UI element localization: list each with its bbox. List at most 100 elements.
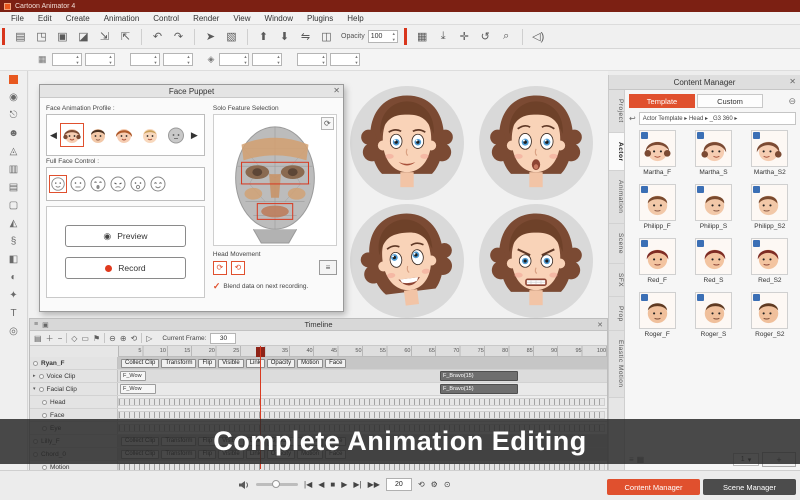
zoom-in-icon[interactable]: ⊕ bbox=[120, 334, 127, 343]
audio-icon[interactable]: ◁) bbox=[530, 28, 547, 45]
timeline-titlebar[interactable]: ≡ ▣ Timeline ✕ bbox=[30, 319, 607, 331]
new-project-icon[interactable]: ▤ bbox=[12, 28, 29, 45]
track-record-icon[interactable] bbox=[42, 399, 47, 405]
content-item[interactable]: Red_F bbox=[629, 238, 685, 284]
menu-animation[interactable]: Animation bbox=[97, 14, 147, 23]
tab-scene[interactable]: Scene bbox=[609, 223, 624, 264]
track-label[interactable]: Ryan_F bbox=[30, 357, 118, 369]
visible-button[interactable]: Visible bbox=[218, 358, 244, 368]
content-thumbnail[interactable] bbox=[751, 238, 789, 275]
track-record-icon[interactable] bbox=[33, 360, 38, 366]
blend-option[interactable]: ✓ Blend data on next recording. bbox=[213, 281, 337, 292]
zoom-out-icon[interactable]: ⊖ bbox=[109, 334, 116, 343]
tab-project[interactable]: Project bbox=[609, 90, 624, 133]
stop-icon[interactable]: ■ bbox=[330, 480, 335, 489]
keyframe-icon[interactable]: ◇ bbox=[71, 334, 77, 343]
content-manager-button[interactable]: Content Manager bbox=[607, 479, 700, 495]
loop-icon[interactable]: ⟲ bbox=[131, 334, 138, 343]
full-face-option-icon[interactable] bbox=[109, 175, 127, 193]
profile-face-woman-icon[interactable] bbox=[59, 123, 84, 147]
content-thumbnail[interactable] bbox=[638, 238, 676, 275]
tab-custom[interactable]: Custom bbox=[697, 94, 763, 108]
actor-tool-icon[interactable]: ◉ bbox=[6, 90, 22, 104]
breadcrumb[interactable]: Actor Template ▸ Head ▸ _G3 360 ▸ bbox=[638, 112, 796, 125]
profile-face-man-icon[interactable] bbox=[86, 123, 110, 147]
content-thumbnail[interactable] bbox=[638, 130, 676, 167]
current-frame-input[interactable]: 30 bbox=[210, 332, 237, 344]
content-item[interactable]: Roger_S bbox=[685, 292, 741, 338]
tab-actor[interactable]: Actor bbox=[609, 132, 624, 172]
facial-clip[interactable]: F_Bravo(15) bbox=[440, 384, 518, 394]
content-item[interactable]: Martha_S bbox=[685, 130, 741, 176]
step-forward-icon[interactable]: ▶| bbox=[353, 480, 361, 489]
face-button[interactable]: Face bbox=[325, 358, 347, 368]
character-portrait-angry[interactable] bbox=[479, 204, 593, 318]
step-back-icon[interactable]: ◀ bbox=[318, 480, 324, 489]
camera-icon[interactable]: ▦ bbox=[414, 28, 431, 45]
content-item[interactable]: Philipp_F bbox=[629, 184, 685, 230]
tab-elastic-motion[interactable]: Elastic Motion bbox=[609, 331, 624, 398]
link-button[interactable]: Link bbox=[245, 358, 265, 368]
expand-collapsed-icon[interactable]: ▸ bbox=[33, 373, 36, 379]
clip-strip[interactable]: F_Wow F_Bravo(15) bbox=[118, 383, 607, 395]
content-item[interactable]: Philipp_S bbox=[685, 184, 741, 230]
flip-icon[interactable]: ⇋ bbox=[297, 28, 314, 45]
content-thumbnail[interactable] bbox=[694, 130, 732, 167]
speaker-icon[interactable] bbox=[238, 480, 250, 490]
timeline-ruler[interactable]: 510 1520 2530 3540 4550 5560 6570 7580 8… bbox=[118, 346, 607, 357]
content-manager-header[interactable]: Content Manager ✕ bbox=[609, 75, 800, 90]
character-portrait-happy[interactable] bbox=[350, 204, 464, 318]
tab-animation[interactable]: Animation bbox=[609, 171, 624, 224]
select-cursor-icon[interactable]: ➤ bbox=[202, 28, 219, 45]
collect-clip-icon[interactable]: ◪ bbox=[75, 28, 92, 45]
add-track-icon[interactable]: ＋ bbox=[46, 333, 54, 344]
volume-slider[interactable] bbox=[256, 480, 298, 488]
mask-tool-icon[interactable]: ◐ bbox=[6, 270, 22, 284]
track-label[interactable]: ▸ Voice Clip bbox=[30, 370, 118, 382]
link-scale-icon[interactable]: ◈ bbox=[208, 54, 215, 65]
redo-icon[interactable]: ↷ bbox=[170, 28, 187, 45]
facial-clip[interactable]: F_Wow bbox=[120, 384, 156, 394]
face-tool-icon[interactable]: ☻ bbox=[6, 126, 22, 140]
menu-render[interactable]: Render bbox=[186, 14, 226, 23]
close-icon[interactable]: ✕ bbox=[333, 86, 340, 95]
skip-to-end-icon[interactable]: ▶▶ bbox=[368, 480, 380, 489]
angle-input[interactable]: ▲ ▼ bbox=[252, 53, 283, 66]
back-arrow-icon[interactable]: ↩ bbox=[629, 114, 636, 123]
play-button-icon[interactable]: ▶ bbox=[341, 480, 347, 489]
size-h-input[interactable]: ▲ ▼ bbox=[330, 53, 361, 66]
face-puppet-titlebar[interactable]: Face Puppet ✕ bbox=[40, 85, 343, 98]
track-record-icon[interactable] bbox=[42, 464, 47, 470]
text-tool-icon[interactable]: T bbox=[6, 306, 22, 320]
move-tool-icon[interactable]: ✛ bbox=[456, 28, 473, 45]
menu-window[interactable]: Window bbox=[258, 14, 300, 23]
scene-manager-button[interactable]: Scene Manager bbox=[703, 479, 796, 495]
refresh-icon[interactable]: ⟳ bbox=[320, 117, 334, 130]
record-tool-icon[interactable]: ◎ bbox=[6, 324, 22, 338]
settings-gear-icon[interactable]: ⚙ bbox=[431, 480, 438, 489]
content-item[interactable]: Martha_F bbox=[629, 130, 685, 176]
volume-knob[interactable] bbox=[272, 480, 280, 488]
spring-tool-icon[interactable]: § bbox=[6, 234, 22, 248]
rotate-tool-icon[interactable]: ↺ bbox=[477, 28, 494, 45]
pos-y-input[interactable]: ▲ ▼ bbox=[84, 53, 115, 66]
full-face-option-icon[interactable] bbox=[149, 175, 167, 193]
keyframe-strip[interactable] bbox=[118, 411, 605, 419]
content-item[interactable]: Roger_F bbox=[629, 292, 685, 338]
group-icon[interactable]: ◫ bbox=[318, 28, 335, 45]
frame-rate-input[interactable]: 20 bbox=[385, 478, 412, 491]
import-icon[interactable]: ⇲ bbox=[96, 28, 113, 45]
profile-face-girl-icon[interactable] bbox=[112, 123, 136, 147]
profile-next-icon[interactable]: ▶ bbox=[190, 130, 199, 141]
motion-tool-icon[interactable]: ◭ bbox=[6, 216, 22, 230]
content-item[interactable]: Red_S bbox=[685, 238, 741, 284]
content-item[interactable]: Martha_S2 bbox=[742, 130, 798, 176]
track-label[interactable]: Head bbox=[30, 396, 118, 408]
profile-face-neutral-icon[interactable] bbox=[164, 123, 188, 147]
track-list-icon[interactable]: ▤ bbox=[34, 334, 42, 343]
stepper-arrows-icon[interactable]: ▲ ▼ bbox=[392, 31, 396, 43]
collect-clip-button[interactable]: Collect Clip bbox=[121, 358, 160, 368]
transform-button[interactable]: Transform bbox=[161, 358, 197, 368]
menu-view[interactable]: View bbox=[226, 14, 257, 23]
menu-help[interactable]: Help bbox=[340, 14, 370, 23]
